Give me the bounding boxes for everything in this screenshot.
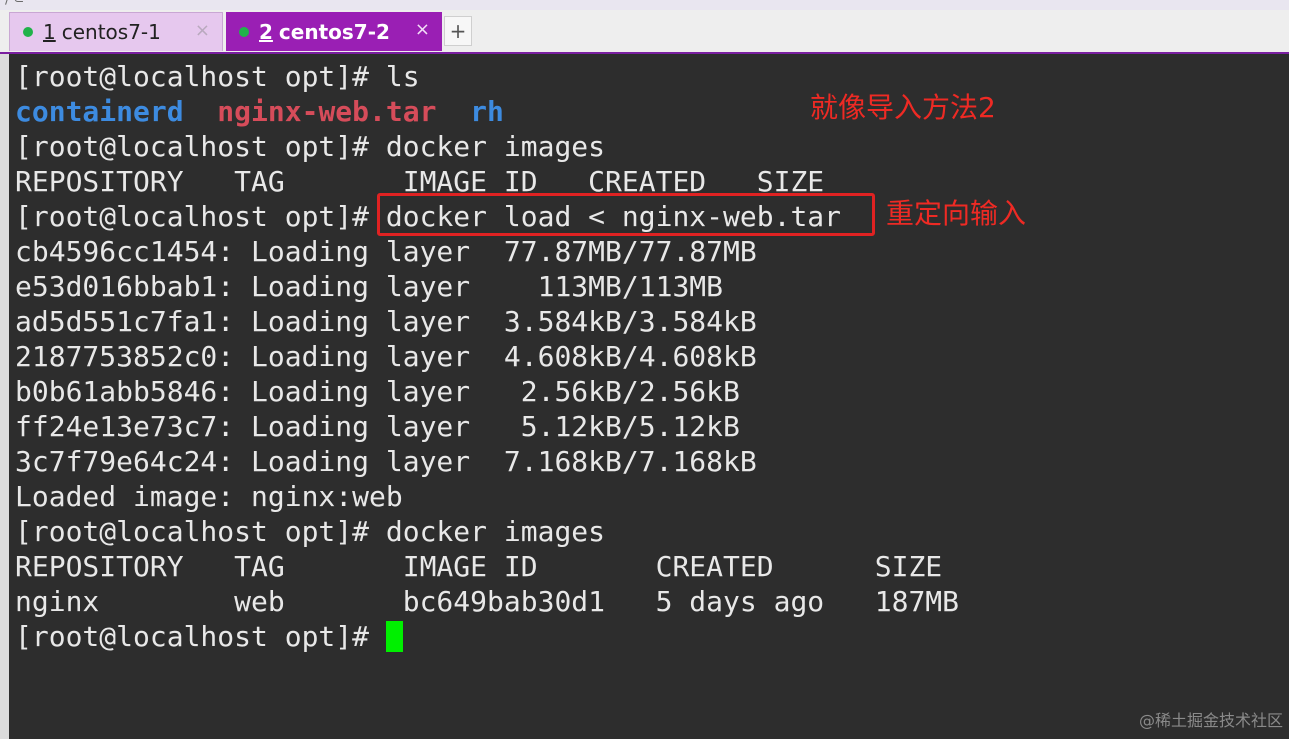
connected-status-icon [23,27,33,37]
tab-title: centos7-2 [278,19,390,44]
tab-number: 1 [43,20,56,44]
tab-centos7-2[interactable]: 2 centos7-2 × [226,12,442,51]
image-row: nginx web bc649bab30d1 5 days ago 187MB [15,585,960,618]
layer-line: e53d016bbab1: Loading layer 113MB/113MB [15,270,724,303]
shell-prompt: [root@localhost opt]# [15,200,386,233]
layer-line: b0b61abb5846: Loading layer 2.56kB/2.56k… [15,375,740,408]
add-tab-button[interactable]: + [444,16,472,46]
close-icon[interactable]: × [195,20,210,41]
images-header-line: REPOSITORY TAG IMAGE ID CREATED SIZE [15,550,943,583]
loaded-image-line: Loaded image: nginx:web [15,480,403,513]
ls-output-line: containerd nginx-web.tar rh [15,94,504,129]
terminal-line: [root@localhost opt]# docker images [15,515,606,548]
shell-prompt: [root@localhost opt]# [15,620,386,653]
dir-containerd: containerd [15,95,184,128]
connected-status-icon [239,26,249,37]
watermark: @稀土掘金技术社区 [1138,711,1283,730]
layer-line: cb4596cc1454: Loading layer 77.87MB/77.8… [15,235,757,268]
highlight-box [377,193,875,236]
text-cursor [385,621,403,652]
window-title-strip: ⟩ ⊂ ·· ·· · ··· ·· ·· · ·· · ··· [0,0,1289,10]
dir-rh: rh [470,95,504,128]
window-title-text: ⟩ ⊂ ·· ·· · ··· ·· ·· · ·· · ··· [4,0,144,7]
current-prompt-line: [root@localhost opt]# [15,619,403,654]
layer-line: 3c7f79e64c24: Loading layer 7.168kB/7.16… [15,445,757,478]
tab-bar: 1 centos7-1 × 2 centos7-2 × + [0,10,1289,54]
close-icon[interactable]: × [415,19,430,40]
window-left-border [0,54,9,739]
tab-centos7-1[interactable]: 1 centos7-1 × [9,12,223,51]
layer-line: ff24e13e73c7: Loading layer 5.12kB/5.12k… [15,410,740,443]
terminal-line: [root@localhost opt]# docker images [15,130,606,163]
layer-line: 2187753852c0: Loading layer 4.608kB/4.60… [15,340,757,373]
plus-icon: + [449,19,467,43]
terminal-line: [root@localhost opt]# ls [15,60,420,93]
annotation-note: 就像导入方法2 [810,91,996,124]
annotation-note: 重定向输入 [886,197,1027,230]
terminal-area[interactable]: [root@localhost opt]# ls containerd ngin… [9,54,1289,739]
tab-title: centos7-1 [61,20,161,44]
file-nginx-web-tar: nginx-web.tar [217,95,437,128]
tab-number: 2 [259,19,273,44]
layer-line: ad5d551c7fa1: Loading layer 3.584kB/3.58… [15,305,757,338]
